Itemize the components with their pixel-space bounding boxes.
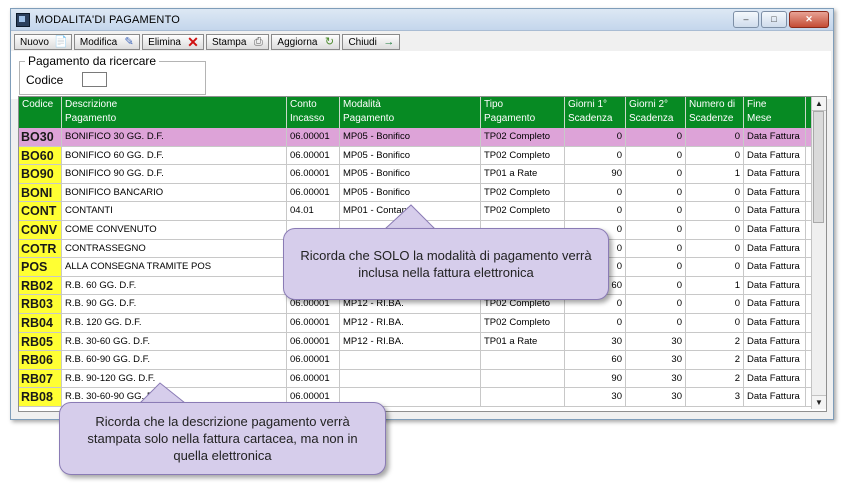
callout-pointer-modalita [383,204,437,230]
callout-modalita-text: Ricorda che SOLO la modalità di pagament… [300,248,592,280]
callout-modalita: Ricorda che SOLO la modalità di pagament… [283,228,609,300]
callout-descrizione-text: Ricorda che la descrizione pagamento ver… [87,414,358,463]
callout-pointer-descrizione [138,382,187,404]
callout-descrizione: Ricorda che la descrizione pagamento ver… [59,402,386,475]
